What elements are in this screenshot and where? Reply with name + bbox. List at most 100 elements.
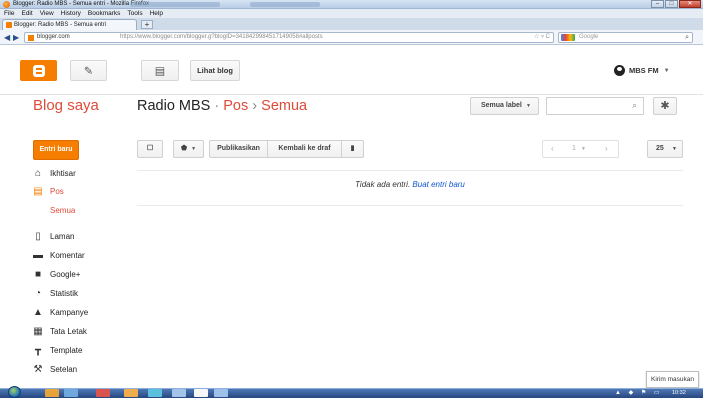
menu-help[interactable]: Help xyxy=(150,9,163,18)
breadcrumb-current: Semua xyxy=(261,98,308,114)
blogger-favicon-icon xyxy=(6,22,12,28)
system-tray[interactable]: ▲ ◆ ⚑ ▭ xyxy=(615,388,663,398)
maximize-button[interactable]: □ xyxy=(665,0,678,8)
account-menu[interactable]: MBS FM ▼ xyxy=(614,65,670,76)
new-post-pencil-button[interactable]: ✎ xyxy=(70,60,107,81)
chevron-down-icon[interactable]: ▼ xyxy=(581,141,586,157)
sidebar-item-label: Statistik xyxy=(50,288,79,298)
create-post-link[interactable]: Buat entri baru xyxy=(412,180,464,189)
comments-icon: ▬ xyxy=(33,249,43,261)
sidebar-item-pages[interactable]: ▯ Laman xyxy=(33,229,74,243)
home-icon: ⌂ xyxy=(34,167,42,179)
menu-edit[interactable]: Edit xyxy=(21,9,32,18)
per-page-value: 25 xyxy=(656,145,664,152)
titlebar-decoration xyxy=(130,2,220,7)
prev-page-icon[interactable]: ‹ xyxy=(551,141,554,157)
labels-filter-value: Semua label xyxy=(481,102,522,109)
breadcrumb-blog[interactable]: Radio MBS xyxy=(137,98,210,114)
sidebar-item-comments[interactable]: ▬ Komentar xyxy=(33,248,85,262)
search-icon[interactable]: ⌕ xyxy=(632,100,637,111)
browser-search-placeholder: Google xyxy=(579,34,599,40)
avatar xyxy=(614,65,625,76)
sidebar-item-overview[interactable]: ⌂ Ikhtisar xyxy=(33,166,76,180)
page-number[interactable]: 1 xyxy=(572,141,576,157)
next-page-icon[interactable]: › xyxy=(605,141,608,157)
window-title: Blogger: Radio MBS - Semua entri - Mozil… xyxy=(13,1,150,7)
taskbar-app-icon[interactable] xyxy=(194,389,208,397)
address-bar[interactable]: blogger.com https://www.blogger.com/blog… xyxy=(24,32,554,43)
titlebar-decoration xyxy=(250,2,320,7)
close-button[interactable]: ✕ xyxy=(679,0,701,8)
sidebar-item-label: Setelan xyxy=(50,364,78,374)
sidebar-subitem-all[interactable]: Semua xyxy=(50,203,75,217)
breadcrumb: Radio MBS · Pos › Semua xyxy=(137,96,307,116)
pages-icon: ▯ xyxy=(35,230,41,242)
menu-bookmarks[interactable]: Bookmarks xyxy=(88,9,121,18)
settings-gear-button[interactable]: ✱ xyxy=(653,97,677,115)
site-identity-icon xyxy=(28,35,34,41)
new-tab-button[interactable]: + xyxy=(141,20,153,29)
stats-icon: ◔ xyxy=(34,287,42,299)
settings-wrench-icon: ⚒ xyxy=(33,363,43,375)
send-feedback-button[interactable]: Kirim masukan xyxy=(646,371,699,388)
gear-icon: ✱ xyxy=(660,100,670,112)
menu-tools[interactable]: Tools xyxy=(127,9,142,18)
sidebar-item-settings[interactable]: ⚒ Setelan xyxy=(33,362,78,376)
taskbar-app-icon[interactable] xyxy=(148,389,162,397)
minimize-button[interactable]: – xyxy=(651,0,664,8)
sidebar-item-layout[interactable]: ▦ Tata Letak xyxy=(33,324,87,338)
sidebar-item-label: Kampanye xyxy=(50,307,89,317)
label-menu-button[interactable]: ⬟ ▼ xyxy=(173,140,204,158)
sidebar-item-posts[interactable]: ▤ Pos xyxy=(33,184,64,198)
chevron-down-icon: ▼ xyxy=(191,146,197,152)
taskbar-app-icon[interactable] xyxy=(214,389,228,397)
divider xyxy=(137,170,683,171)
sidebar-item-label: Laman xyxy=(50,231,75,241)
empty-state-text: Tidak ada entri. xyxy=(355,180,411,189)
trash-icon: ▮ xyxy=(350,145,355,152)
browser-search-box[interactable]: Google ⌕ xyxy=(558,32,693,43)
page-header: Blog saya Radio MBS · Pos › Semua Semua … xyxy=(0,96,703,126)
sidebar-item-label: Komentar xyxy=(50,250,85,260)
blogger-logo-icon[interactable] xyxy=(20,60,57,81)
taskbar-app-icon[interactable] xyxy=(124,389,138,397)
bookmark-star-icon[interactable]: ☆ ▿ C xyxy=(534,33,550,42)
breadcrumb-section[interactable]: Pos xyxy=(223,98,248,114)
menu-history[interactable]: History xyxy=(61,9,81,18)
sidebar-item-stats[interactable]: ◔ Statistik xyxy=(33,286,78,300)
forward-arrow-icon[interactable]: ▶ xyxy=(13,33,19,42)
chevron-down-icon: ▼ xyxy=(663,67,670,74)
taskbar-app-icon[interactable] xyxy=(45,389,59,397)
breadcrumb-separator: · xyxy=(214,98,220,114)
start-button[interactable] xyxy=(8,386,21,398)
view-blog-button[interactable]: Lihat blog xyxy=(190,60,240,81)
post-search-input[interactable]: ⌕ xyxy=(546,97,644,115)
sidebar-item-label: Template xyxy=(50,345,83,355)
search-icon[interactable]: ⌕ xyxy=(685,33,689,42)
menu-view[interactable]: View xyxy=(40,9,54,18)
my-blogs-link[interactable]: Blog saya xyxy=(33,96,99,116)
google-engine-icon[interactable] xyxy=(561,34,575,41)
sidebar-item-template[interactable]: ┳ Template xyxy=(33,343,82,357)
firefox-icon xyxy=(3,1,10,8)
sidebar-item-google-plus[interactable]: ■ Google+ xyxy=(33,267,81,281)
labels-filter-select[interactable]: Semua label ▼ xyxy=(470,97,539,115)
select-all-checkbox[interactable]: ☐ xyxy=(137,140,163,158)
breadcrumb-separator: › xyxy=(252,98,258,114)
revert-to-draft-button[interactable]: Kembali ke draf xyxy=(268,141,342,157)
google-plus-icon: ■ xyxy=(34,268,42,280)
back-arrow-icon[interactable]: ◀ xyxy=(4,33,10,42)
taskbar-app-icon[interactable] xyxy=(64,389,78,397)
menu-bar: File Edit View History Bookmarks Tools H… xyxy=(0,9,703,18)
tab-blogger[interactable]: Blogger: Radio MBS - Semua entri xyxy=(2,19,137,30)
per-page-select[interactable]: 25 ▼ xyxy=(647,140,683,158)
publish-button[interactable]: Publikasikan xyxy=(210,141,268,157)
taskbar-app-icon[interactable] xyxy=(96,389,110,397)
posts-list-button[interactable]: ▤ xyxy=(141,60,179,81)
menu-file[interactable]: File xyxy=(4,9,14,18)
divider xyxy=(137,205,683,206)
delete-button[interactable]: ▮ xyxy=(342,141,363,157)
sidebar-item-campaign[interactable]: ▲ Kampanye xyxy=(33,305,88,319)
new-post-button[interactable]: Entri baru xyxy=(33,140,79,160)
taskbar-app-icon[interactable] xyxy=(172,389,186,397)
